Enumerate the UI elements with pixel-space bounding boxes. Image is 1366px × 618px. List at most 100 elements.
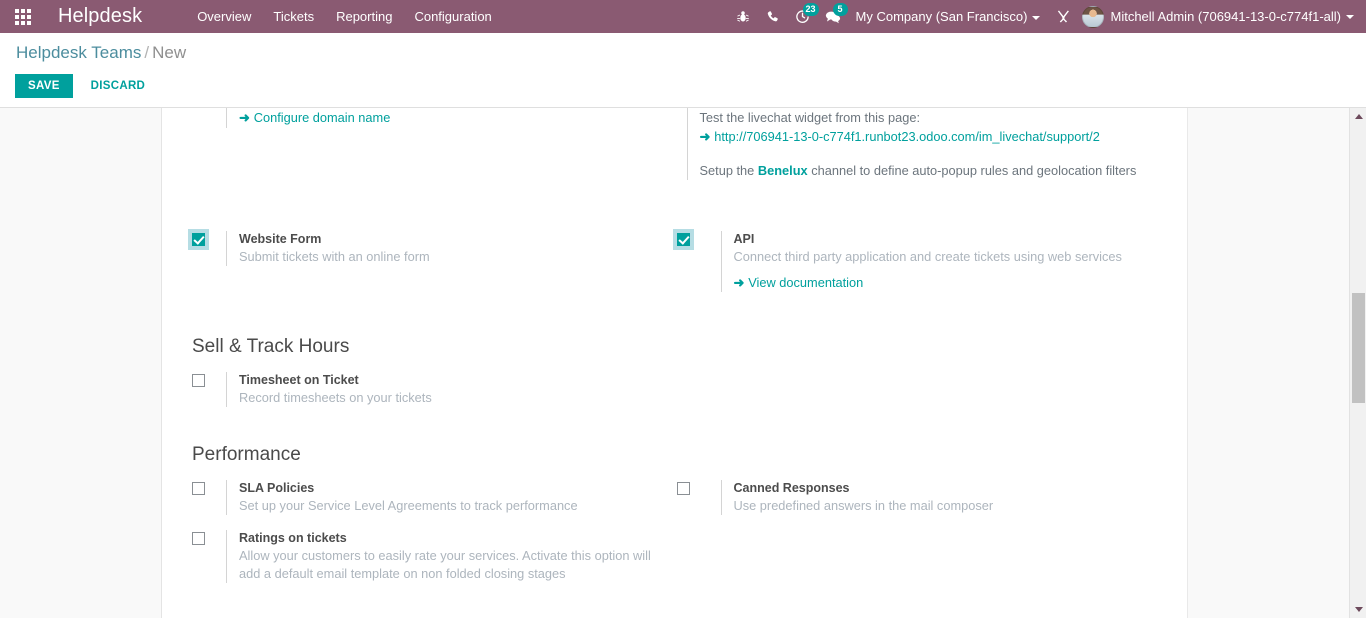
breadcrumb-parent[interactable]: Helpdesk Teams	[16, 43, 141, 62]
settings-container: ➜ Configure domain name Test the livechat…	[162, 108, 1187, 583]
arrow-right-icon: ➜	[239, 110, 250, 125]
settings-row-form-api: Website Form Submit tickets with an onli…	[188, 229, 1162, 292]
sla-title: SLA Policies	[239, 481, 315, 495]
vertical-scrollbar[interactable]	[1349, 108, 1366, 618]
website-form-checkbox[interactable]	[188, 229, 209, 250]
breadcrumb-separator: /	[144, 43, 150, 62]
save-button[interactable]: SAVE	[15, 74, 73, 98]
content-area: ➜ Configure domain name Test the livechat…	[0, 108, 1366, 618]
arrow-right-icon: ➜	[733, 275, 745, 290]
scrollbar-thumb[interactable]	[1352, 293, 1365, 403]
website-form-body: Website Form Submit tickets with an onli…	[226, 231, 677, 266]
livechat-intro-text: Test the livechat widget from this page:	[699, 110, 921, 125]
setting-canned-col: Canned Responses Use predefined answers …	[676, 480, 1162, 515]
user-menu[interactable]: Mitchell Admin (706941-13-0-c774f1-all)	[1078, 5, 1360, 28]
canned-title: Canned Responses	[733, 481, 850, 495]
configure-domain-link[interactable]: ➜ Configure domain name	[239, 108, 677, 128]
company-switcher[interactable]: My Company (San Francisco)	[848, 0, 1049, 33]
ratings-title: Ratings on tickets	[239, 531, 347, 545]
chevron-up-icon	[1354, 114, 1363, 119]
livechat-channel-name[interactable]: Benelux	[758, 163, 808, 178]
canned-desc: Use predefined answers in the mail compo…	[733, 498, 994, 513]
user-menu-label: Mitchell Admin (706941-13-0-c774f1-all)	[1110, 9, 1341, 24]
clock-activity-icon[interactable]: 23	[788, 0, 819, 33]
scroll-up-button[interactable]	[1350, 108, 1366, 125]
setting-sla-col: SLA Policies Set up your Service Level A…	[192, 480, 677, 515]
ratings-desc: Allow your customers to easily rate your…	[239, 548, 651, 581]
timesheet-desc: Record timesheets on your tickets	[239, 390, 432, 405]
setting-canned-responses: Canned Responses Use predefined answers …	[676, 480, 1162, 515]
livechat-setup-suffix: channel to define auto-popup rules and g…	[811, 163, 1137, 178]
timesheet-title: Timesheet on Ticket	[239, 373, 359, 387]
api-title: API	[733, 232, 755, 246]
sla-checkbox-wrap	[192, 480, 226, 495]
livechat-url-link[interactable]: ➜ http://706941-13-0-c774f1.runbot23.odoo…	[700, 127, 1162, 147]
messages-icon[interactable]: 5	[818, 0, 848, 33]
configure-domain-label: Configure domain name	[253, 110, 391, 125]
canned-body: Canned Responses Use predefined answers …	[720, 480, 1162, 515]
configure-domain-block: ➜ Configure domain name	[226, 108, 677, 128]
sla-policies-checkbox[interactable]	[192, 482, 205, 495]
setting-sla-policies: SLA Policies Set up your Service Level A…	[192, 480, 677, 515]
chevron-down-icon	[1354, 607, 1363, 612]
settings-sheet: ➜ Configure domain name Test the livechat…	[162, 108, 1187, 618]
setting-website-form: Website Form Submit tickets with an onli…	[188, 229, 677, 266]
ratings-on-tickets-checkbox[interactable]	[192, 532, 205, 545]
control-panel: Helpdesk Teams / New SAVE DISCARD	[0, 33, 1366, 108]
settings-row-ratings: Ratings on tickets Allow your customers …	[192, 530, 1161, 583]
website-form-checkbox-wrap	[188, 229, 226, 250]
performance-title: Performance	[192, 444, 301, 465]
discard-button[interactable]: DISCARD	[81, 74, 156, 98]
main-menu: Overview Tickets Reporting Configuration	[186, 0, 503, 33]
settings-row-top: ➜ Configure domain name Test the livechat…	[192, 108, 1161, 180]
scroll-down-button[interactable]	[1350, 601, 1366, 618]
api-view-documentation-label: View documentation	[748, 275, 864, 290]
api-desc: Connect third party application and crea…	[733, 249, 1122, 264]
apps-menu-button[interactable]	[0, 0, 46, 33]
left-gutter	[0, 108, 162, 618]
menu-item-reporting[interactable]: Reporting	[325, 0, 403, 33]
livechat-setup-prefix: Setup the	[699, 163, 755, 178]
setting-website-form-col: Website Form Submit tickets with an onli…	[188, 229, 677, 292]
setting-ratings-col: Ratings on tickets Allow your customers …	[192, 530, 677, 583]
sla-desc: Set up your Service Level Agreements to …	[239, 498, 578, 513]
api-checkbox[interactable]	[672, 229, 694, 250]
section-sell-track-hours: Sell & Track Hours Timesheet on Ticket R…	[192, 335, 1161, 407]
sla-body: SLA Policies Set up your Service Level A…	[226, 480, 677, 515]
top-navbar: Helpdesk Overview Tickets Reporting Conf…	[0, 0, 1366, 33]
settings-col-right: Test the livechat widget from this page:…	[677, 108, 1162, 180]
apps-grid-icon	[15, 8, 31, 25]
messages-count-badge: 5	[832, 3, 848, 16]
phone-icon[interactable]	[758, 0, 788, 33]
api-body: API Connect third party application and …	[720, 231, 1162, 292]
website-form-desc: Submit tickets with an online form	[239, 249, 430, 264]
breadcrumb-current: New	[152, 43, 187, 62]
right-gutter	[1187, 108, 1366, 618]
menu-item-overview[interactable]: Overview	[186, 0, 262, 33]
section-performance: Performance SLA Policies Set up your Ser…	[192, 443, 1161, 583]
livechat-url-label: http://706941-13-0-c774f1.runbot23.odoo.…	[714, 129, 1100, 144]
setting-api-col: API Connect third party application and …	[672, 229, 1162, 292]
chevron-down-icon	[1346, 14, 1354, 19]
website-form-title: Website Form	[239, 232, 322, 246]
setting-ratings-col-right	[677, 530, 1162, 583]
avatar	[1082, 5, 1105, 28]
canned-responses-checkbox[interactable]	[676, 482, 690, 495]
menu-item-configuration[interactable]: Configuration	[403, 0, 502, 33]
debug-tools-icon[interactable]	[1048, 0, 1078, 33]
setting-api: API Connect third party application and …	[672, 229, 1162, 292]
setting-timesheet-col-right	[677, 372, 1162, 407]
bug-icon[interactable]	[728, 0, 758, 33]
app-brand-title[interactable]: Helpdesk	[46, 5, 152, 28]
canned-checkbox-wrap	[676, 480, 721, 495]
activity-count-badge: 23	[802, 3, 819, 16]
api-view-documentation-link[interactable]: ➜ View documentation	[734, 274, 864, 292]
api-checkbox-wrap	[672, 229, 721, 250]
menu-item-tickets[interactable]: Tickets	[262, 0, 325, 33]
timesheet-on-ticket-checkbox[interactable]	[192, 374, 205, 387]
sell-track-hours-title: Sell & Track Hours	[192, 336, 350, 357]
arrow-right-icon: ➜	[699, 129, 711, 144]
setting-timesheet-on-ticket: Timesheet on Ticket Record timesheets on…	[192, 372, 677, 407]
ratings-body: Ratings on tickets Allow your customers …	[226, 530, 677, 583]
record-action-buttons: SAVE DISCARD	[0, 64, 1366, 98]
